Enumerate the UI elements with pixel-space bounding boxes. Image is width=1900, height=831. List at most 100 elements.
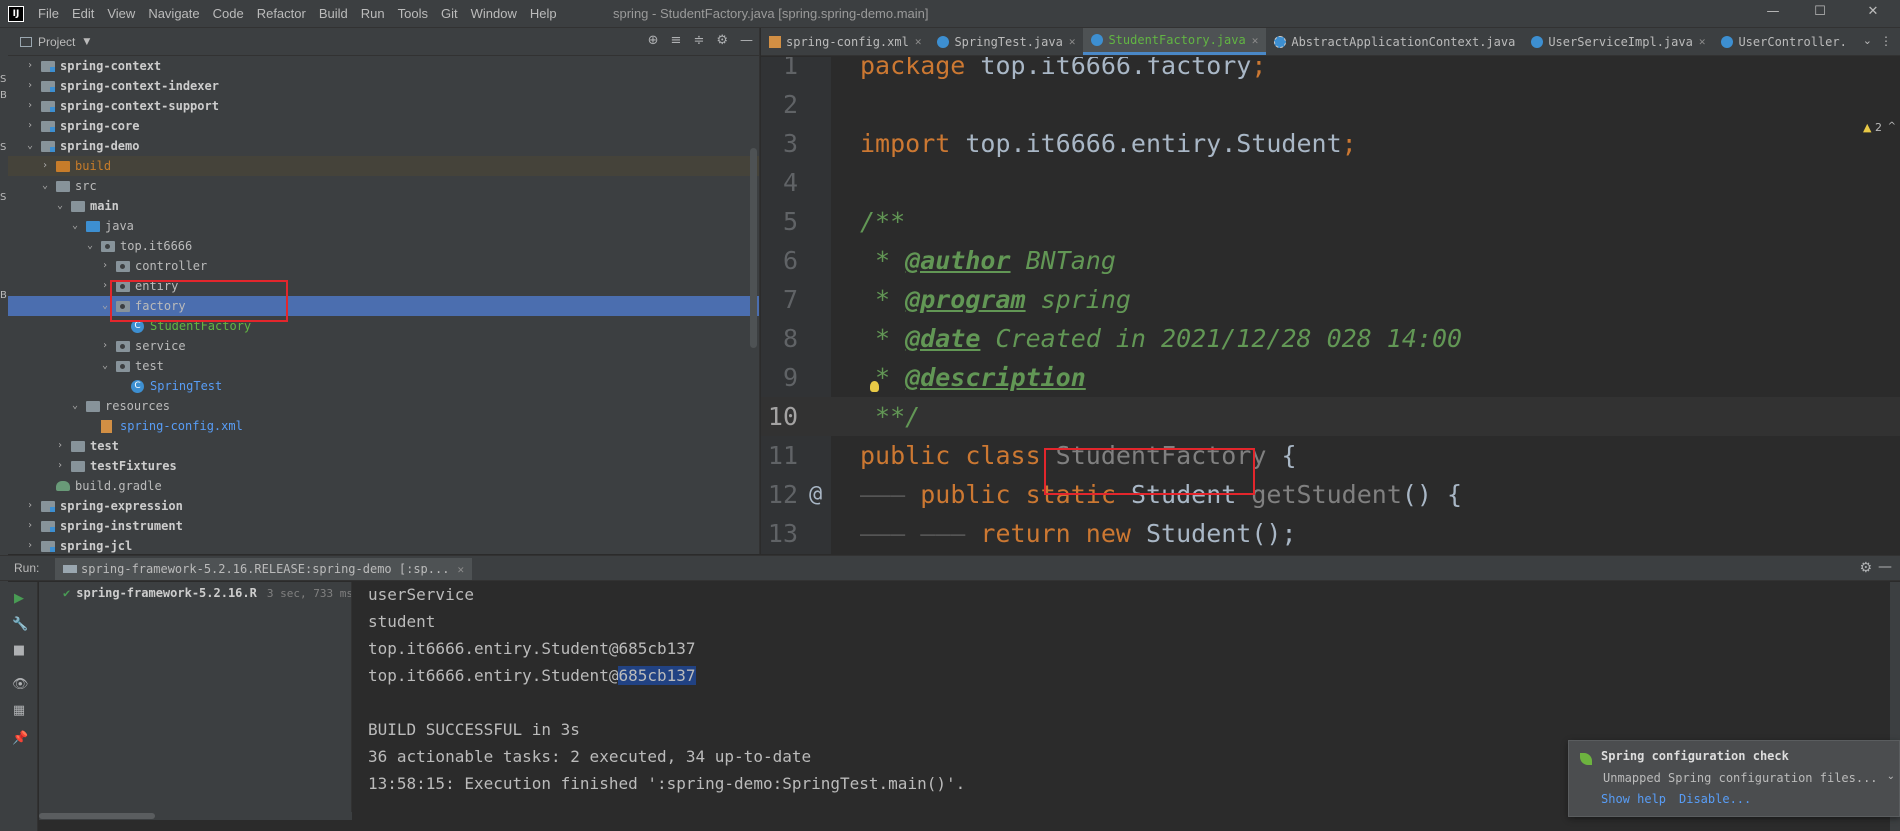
chevron-right-icon[interactable]: › xyxy=(54,456,66,476)
locate-icon[interactable]: ⊕ xyxy=(648,34,659,48)
chevron-right-icon[interactable]: › xyxy=(99,336,111,356)
chevron-down-icon[interactable]: ⌄ xyxy=(69,396,81,416)
hide-panel-icon[interactable]: — xyxy=(1878,559,1892,575)
maximize-button[interactable]: ☐ xyxy=(1797,4,1843,24)
disable-link[interactable]: Disable... xyxy=(1679,792,1751,806)
close-icon[interactable]: ✕ xyxy=(1699,35,1706,48)
code-line[interactable]: 8 * @date Created in 2021/12/28 028 14:0… xyxy=(761,319,1900,358)
chevron-right-icon[interactable]: › xyxy=(54,436,66,456)
tree-item[interactable]: ⌄ resources xyxy=(8,396,759,416)
code-line[interactable]: 2 xyxy=(761,85,1900,124)
code-line[interactable]: 4 xyxy=(761,163,1900,202)
tree-item[interactable]: ⌄ java xyxy=(8,216,759,236)
chevron-down-icon[interactable]: ⌄ xyxy=(99,356,111,376)
eye-icon[interactable]: 👁 xyxy=(12,678,29,692)
chevron-right-icon[interactable]: › xyxy=(39,156,51,176)
scrollbar-thumb[interactable] xyxy=(39,813,155,819)
chevron-up-icon[interactable]: ^ xyxy=(1888,121,1896,132)
strip-label[interactable]: B xyxy=(0,90,7,101)
chevron-right-icon[interactable]: › xyxy=(24,496,36,516)
tree-item[interactable]: spring-config.xml xyxy=(8,416,759,436)
tree-item[interactable]: › build xyxy=(8,156,759,176)
code-line[interactable]: 10 **/ xyxy=(761,397,1900,436)
menu-item-file[interactable]: File xyxy=(38,6,59,21)
rerun-icon[interactable]: ▶ xyxy=(12,592,26,606)
tree-item[interactable]: › testFixtures xyxy=(8,456,759,476)
menu-item-build[interactable]: Build xyxy=(319,6,348,21)
menu-item-tools[interactable]: Tools xyxy=(398,6,428,21)
stop-icon[interactable]: ■ xyxy=(12,644,26,658)
wrench-icon[interactable]: 🔧 xyxy=(12,618,28,632)
gear-icon[interactable]: ⚙ xyxy=(1859,560,1872,576)
code-line[interactable]: 9 * @description xyxy=(761,358,1900,397)
pin-icon[interactable]: 📌 xyxy=(12,732,28,746)
menu-item-window[interactable]: Window xyxy=(471,6,517,21)
tree-item[interactable]: C SpringTest xyxy=(8,376,759,396)
tree-item[interactable]: › controller xyxy=(8,256,759,276)
menu-item-edit[interactable]: Edit xyxy=(72,6,94,21)
close-icon[interactable]: ✕ xyxy=(457,563,464,576)
expand-all-icon[interactable]: ≡ xyxy=(671,34,682,48)
code-editor[interactable]: 1 package top.it6666.factory; 2 3 import top… xyxy=(761,57,1900,554)
layout-icon[interactable]: ▦ xyxy=(12,704,26,718)
chevron-right-icon[interactable]: › xyxy=(24,116,36,136)
lightbulb-icon[interactable] xyxy=(870,381,879,392)
tree-item[interactable]: › service xyxy=(8,336,759,356)
strip-label[interactable]: B xyxy=(0,290,7,301)
code-line[interactable]: 3 import top.it6666.entiry.Student; xyxy=(761,124,1900,163)
chevron-down-icon[interactable]: ⌄ xyxy=(84,236,96,256)
chevron-right-icon[interactable]: › xyxy=(24,96,36,116)
hide-panel-icon[interactable]: — xyxy=(740,34,753,48)
chevron-right-icon[interactable]: › xyxy=(24,536,36,554)
chevron-down-icon[interactable]: ⌄ xyxy=(54,196,66,216)
override-marker-icon[interactable]: @ xyxy=(809,475,822,514)
editor-tab[interactable]: UserController. xyxy=(1713,28,1854,55)
code-line[interactable]: 7 * @program spring xyxy=(761,280,1900,319)
editor-tab[interactable]: UserServiceImpl.java ✕ xyxy=(1523,28,1713,55)
close-icon[interactable]: ✕ xyxy=(1069,35,1076,48)
close-icon[interactable]: ✕ xyxy=(1252,34,1259,47)
minimize-button[interactable]: — xyxy=(1750,4,1796,24)
chevron-down-icon[interactable]: ⌄ xyxy=(39,176,51,196)
chevron-down-icon[interactable]: ⌄ xyxy=(69,216,81,236)
tree-item[interactable]: › spring-context-support xyxy=(8,96,759,116)
code-line[interactable]: 13 ——— ——— return new Student(); xyxy=(761,514,1900,553)
menu-item-refactor[interactable]: Refactor xyxy=(257,6,306,21)
chevron-right-icon[interactable]: › xyxy=(24,76,36,96)
strip-label[interactable]: S xyxy=(0,192,6,203)
editor-tab[interactable]: spring-config.xml ✕ xyxy=(761,28,929,55)
menu-item-git[interactable]: Git xyxy=(441,6,458,21)
tree-item[interactable]: ⌄ spring-demo xyxy=(8,136,759,156)
tree-item[interactable]: › spring-core xyxy=(8,116,759,136)
chevron-right-icon[interactable]: › xyxy=(24,516,36,536)
close-icon[interactable]: ✕ xyxy=(915,35,922,48)
code-line[interactable]: 11 public class StudentFactory { xyxy=(761,436,1900,475)
editor-tab[interactable]: StudentFactory.java ✕ xyxy=(1083,28,1267,55)
menu-item-navigate[interactable]: Navigate xyxy=(148,6,199,21)
close-button[interactable]: ✕ xyxy=(1850,4,1896,24)
code-line[interactable]: 5 /** xyxy=(761,202,1900,241)
tree-item[interactable]: build.gradle xyxy=(8,476,759,496)
strip-label[interactable]: S xyxy=(0,142,6,153)
show-help-link[interactable]: Show help xyxy=(1601,792,1666,806)
tree-item[interactable]: › test xyxy=(8,436,759,456)
tree-item[interactable]: › spring-instrument xyxy=(8,516,759,536)
strip-label[interactable]: S xyxy=(0,74,6,85)
chevron-down-icon[interactable]: ⌄ xyxy=(24,136,36,156)
tree-item[interactable]: › spring-context xyxy=(8,56,759,76)
tree-item[interactable]: › spring-jcl xyxy=(8,536,759,554)
chevron-down-icon[interactable]: ⌄ xyxy=(1887,771,1895,782)
chevron-right-icon[interactable]: › xyxy=(24,56,36,76)
chevron-right-icon[interactable]: › xyxy=(99,256,111,276)
tree-item[interactable]: ⌄ src xyxy=(8,176,759,196)
run-config-tab[interactable]: spring-framework-5.2.16.RELEASE:spring-d… xyxy=(55,558,473,580)
tree-item[interactable]: ⌄ top.it6666 xyxy=(8,236,759,256)
tree-item[interactable]: › spring-expression xyxy=(8,496,759,516)
tree-item[interactable]: › spring-context-indexer xyxy=(8,76,759,96)
editor-tab[interactable]: AbstractApplicationContext.java xyxy=(1266,28,1523,55)
menu-item-run[interactable]: Run xyxy=(361,6,385,21)
tree-item[interactable]: ⌄ test xyxy=(8,356,759,376)
menu-item-view[interactable]: View xyxy=(107,6,135,21)
tab-overflow-icon[interactable]: ⌄ xyxy=(1863,34,1872,47)
tree-item[interactable]: ⌄ main xyxy=(8,196,759,216)
